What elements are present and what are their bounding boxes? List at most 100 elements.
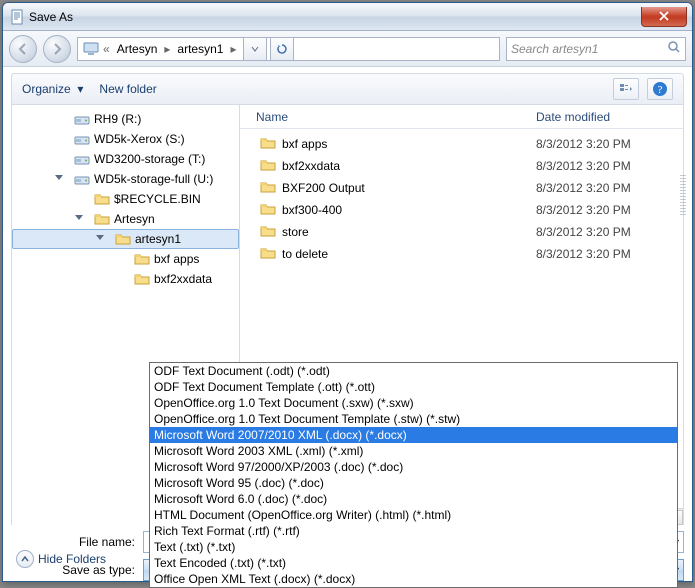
tree-item-label: artesyn1 <box>135 232 181 246</box>
chevron-right-icon: ▸ <box>229 42 237 56</box>
file-name: to delete <box>282 247 328 261</box>
drive-icon <box>74 151 90 167</box>
tree-item-label: RH9 (R:) <box>94 112 141 126</box>
savetype-option[interactable]: Microsoft Word 97/2000/XP/2003 (.doc) (*… <box>150 459 677 475</box>
file-date: 8/3/2012 3:20 PM <box>536 137 631 151</box>
back-button[interactable] <box>9 35 37 63</box>
folder-icon <box>260 201 276 220</box>
folder-icon <box>260 135 276 154</box>
file-row[interactable]: BXF200 Output 8/3/2012 3:20 PM <box>240 177 683 199</box>
computer-icon <box>82 40 100 58</box>
column-name[interactable]: Name <box>256 110 536 124</box>
column-headers[interactable]: Name Date modified <box>240 105 683 129</box>
savetype-option[interactable]: Microsoft Word 2003 XML (.xml) (*.xml) <box>150 443 677 459</box>
folder-icon <box>134 271 150 287</box>
address-bar[interactable]: « Artesyn ▸ artesyn1 ▸ <box>77 37 500 61</box>
title-bar: Save As <box>3 3 692 31</box>
tree-item-label: WD5k-storage-full (U:) <box>94 172 213 186</box>
hide-folders-button[interactable]: Hide Folders <box>16 550 106 568</box>
folder-icon <box>134 251 150 267</box>
tree-item[interactable]: artesyn1 <box>12 229 239 249</box>
help-button[interactable]: ? <box>647 78 673 100</box>
file-row[interactable]: bxf apps 8/3/2012 3:20 PM <box>240 133 683 155</box>
svg-text:?: ? <box>658 84 663 96</box>
tree-item[interactable]: $RECYCLE.BIN <box>12 189 239 209</box>
savetype-option[interactable]: Text Encoded (.txt) (*.txt) <box>150 555 677 571</box>
breadcrumb-item[interactable]: Artesyn <box>113 38 162 60</box>
savetype-option[interactable]: OpenOffice.org 1.0 Text Document (.sxw) … <box>150 395 677 411</box>
column-date[interactable]: Date modified <box>536 110 610 124</box>
tree-item[interactable]: WD5k-storage-full (U:) <box>12 169 239 189</box>
navigation-bar: « Artesyn ▸ artesyn1 ▸ Search artesyn1 <box>3 31 692 67</box>
toolbar: Organize ▾ New folder ? <box>11 73 684 105</box>
expander-icon[interactable] <box>54 171 70 187</box>
refresh-button[interactable] <box>270 37 294 61</box>
tree-item[interactable]: WD3200-storage (T:) <box>12 149 239 169</box>
breadcrumb-dropdown-button[interactable] <box>243 37 267 61</box>
search-icon <box>667 40 681 57</box>
search-input[interactable]: Search artesyn1 <box>506 37 686 61</box>
tree-item[interactable]: WD5k-Xerox (S:) <box>12 129 239 149</box>
tree-item[interactable]: bxf2xxdata <box>12 269 239 289</box>
splitter-handle[interactable] <box>680 175 686 215</box>
forward-button[interactable] <box>43 35 71 63</box>
file-date: 8/3/2012 3:20 PM <box>536 247 631 261</box>
folder-icon <box>115 231 131 247</box>
folder-icon <box>260 245 276 264</box>
savetype-option[interactable]: Rich Text Format (.rtf) (*.rtf) <box>150 523 677 539</box>
savetype-dropdown-list[interactable]: ODF Text Document (.odt) (*.odt)ODF Text… <box>149 362 678 582</box>
file-name: bxf300-400 <box>282 203 342 217</box>
file-row[interactable]: bxf300-4008/3/2012 3:20 PM <box>240 199 683 221</box>
folder-icon <box>260 179 276 198</box>
drive-icon <box>74 131 90 147</box>
savetype-option[interactable]: Office Open XML Text (.docx) (*.docx) <box>150 571 677 582</box>
expander-icon[interactable] <box>95 231 111 247</box>
folder-icon <box>94 191 110 207</box>
filename-label: File name: <box>11 535 143 549</box>
tree-item[interactable]: Artesyn <box>12 209 239 229</box>
chevron-up-icon <box>16 550 34 568</box>
view-options-button[interactable] <box>613 78 639 100</box>
tree-item-label: $RECYCLE.BIN <box>114 192 201 206</box>
close-button[interactable] <box>641 7 687 27</box>
file-date: 8/3/2012 3:20 PM <box>536 181 631 195</box>
tree-item-label: bxf2xxdata <box>154 272 212 286</box>
tree-item[interactable]: RH9 (R:) <box>12 109 239 129</box>
search-placeholder: Search artesyn1 <box>511 42 667 56</box>
file-row[interactable]: bxf2xxdata 8/3/2012 3:20 PM <box>240 155 683 177</box>
tree-item-label: WD3200-storage (T:) <box>94 152 205 166</box>
file-name: store <box>282 225 309 239</box>
tree-item-label: WD5k-Xerox (S:) <box>94 132 185 146</box>
folder-icon <box>94 211 110 227</box>
drive-icon <box>74 111 90 127</box>
file-date: 8/3/2012 3:20 PM <box>536 225 631 239</box>
window-title: Save As <box>29 10 73 24</box>
savetype-option[interactable]: Microsoft Word 6.0 (.doc) (*.doc) <box>150 491 677 507</box>
tree-item[interactable]: bxf apps <box>12 249 239 269</box>
savetype-option[interactable]: Text (.txt) (*.txt) <box>150 539 677 555</box>
organize-button[interactable]: Organize ▾ <box>22 82 83 96</box>
savetype-option[interactable]: OpenOffice.org 1.0 Text Document Templat… <box>150 411 677 427</box>
chevron-right-icon: ▸ <box>163 42 171 56</box>
savetype-option[interactable]: ODF Text Document (.odt) (*.odt) <box>150 363 677 379</box>
drive-icon <box>74 171 90 187</box>
savetype-option[interactable]: ODF Text Document Template (.ott) (*.ott… <box>150 379 677 395</box>
chevron-right-icon: « <box>102 42 111 56</box>
expander-icon[interactable] <box>74 211 90 227</box>
savetype-option[interactable]: Microsoft Word 2007/2010 XML (.docx) (*.… <box>150 427 677 443</box>
file-name: bxf apps <box>282 137 327 151</box>
file-row[interactable]: store 8/3/2012 3:20 PM <box>240 221 683 243</box>
file-row[interactable]: to delete 8/3/2012 3:20 PM <box>240 243 683 265</box>
breadcrumb-item[interactable]: artesyn1 <box>173 38 227 60</box>
document-icon <box>9 9 25 25</box>
file-name: bxf2xxdata <box>282 159 340 173</box>
savetype-option[interactable]: Microsoft Word 95 (.doc) (*.doc) <box>150 475 677 491</box>
save-as-dialog: Save As « Artesyn ▸ artesyn1 ▸ <box>2 2 693 582</box>
file-date: 8/3/2012 3:20 PM <box>536 159 631 173</box>
folder-icon <box>260 223 276 242</box>
tree-item-label: bxf apps <box>154 252 199 266</box>
savetype-option[interactable]: HTML Document (OpenOffice.org Writer) (.… <box>150 507 677 523</box>
folder-icon <box>260 157 276 176</box>
file-name: BXF200 Output <box>282 181 365 195</box>
new-folder-button[interactable]: New folder <box>99 82 156 96</box>
